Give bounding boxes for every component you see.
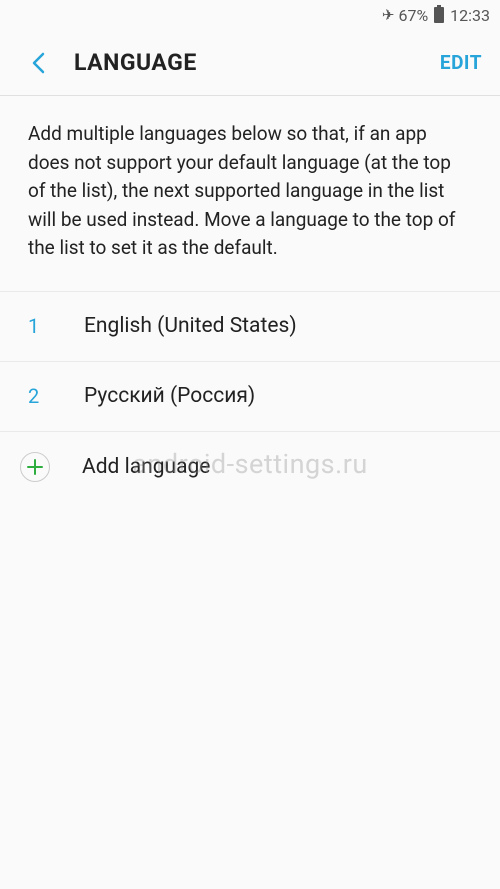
language-order-number: 2: [28, 384, 84, 408]
battery-icon: [434, 7, 444, 23]
plus-icon: [20, 452, 50, 482]
language-row[interactable]: 1 English (United States): [0, 292, 500, 362]
edit-button[interactable]: EDIT: [440, 51, 482, 74]
page-title: LANGUAGE: [74, 49, 440, 76]
back-button[interactable]: [24, 49, 52, 77]
chevron-left-icon: [31, 52, 45, 74]
add-language-button[interactable]: Add language: [0, 432, 500, 502]
language-label: English (United States): [84, 314, 297, 338]
language-row[interactable]: 2 Русский (Россия): [0, 362, 500, 432]
add-language-label: Add language: [82, 455, 210, 479]
clock: 12:33: [450, 6, 490, 25]
airplane-mode-icon: ✈: [382, 6, 395, 24]
app-header: LANGUAGE EDIT: [0, 30, 500, 96]
language-label: Русский (Россия): [84, 384, 255, 408]
language-order-number: 1: [28, 314, 84, 338]
battery-percentage: 67%: [398, 6, 428, 25]
description-text: Add multiple languages below so that, if…: [0, 96, 500, 292]
status-bar: ✈ 67% 12:33: [0, 0, 500, 30]
